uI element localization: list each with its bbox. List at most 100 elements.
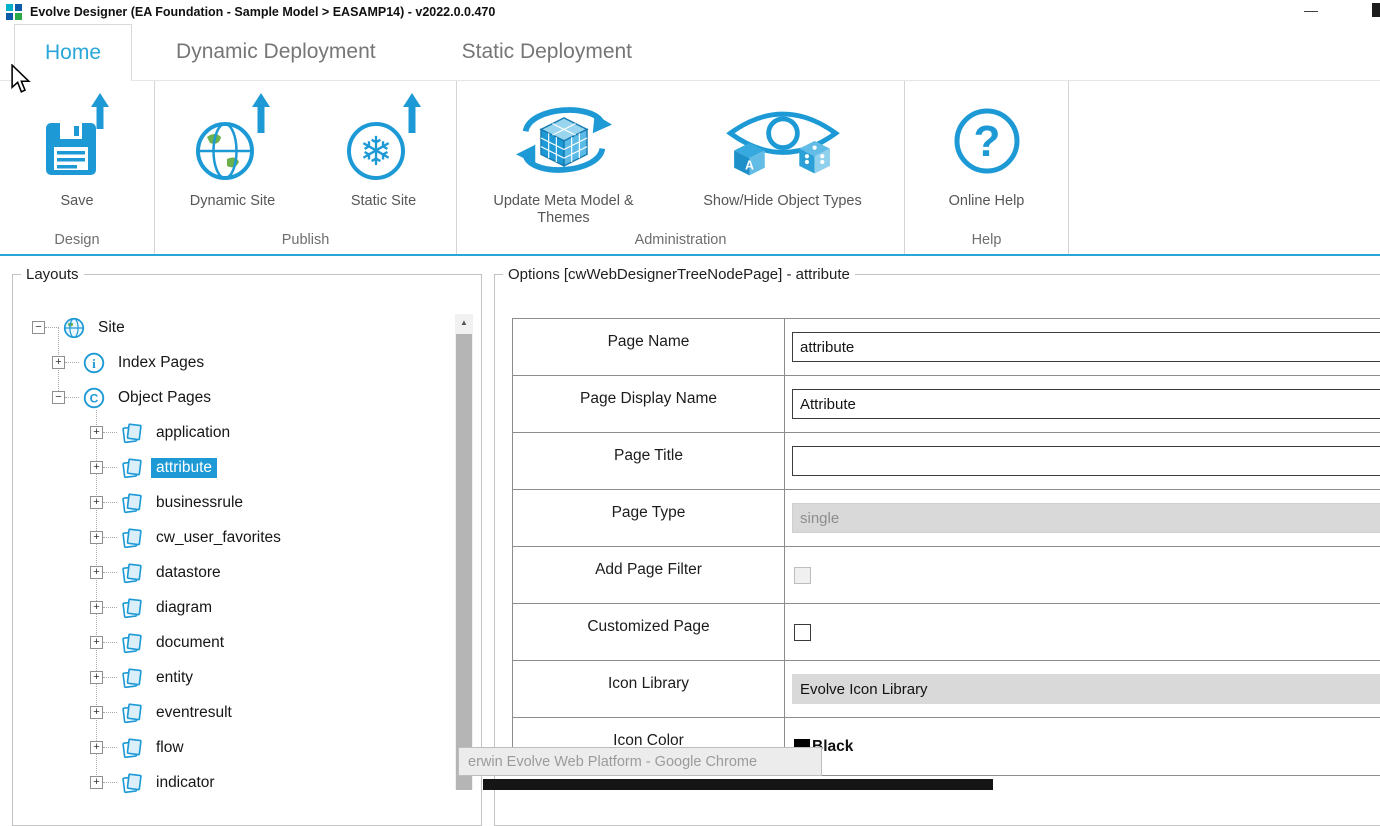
pages-icon: [120, 736, 144, 760]
tree-node-label[interactable]: flow: [151, 738, 189, 758]
collapse-icon[interactable]: −: [32, 321, 45, 334]
ribbon-group-help: ? Online Help Help: [905, 81, 1069, 254]
cube-refresh-icon: [508, 89, 620, 193]
tab-dynamic-deployment[interactable]: Dynamic Deployment: [158, 24, 394, 80]
tree-node-label[interactable]: diagram: [151, 598, 217, 618]
chrome-window-edge[interactable]: [483, 779, 993, 790]
tree-node-application[interactable]: + application: [32, 415, 450, 450]
save-button[interactable]: Save: [27, 89, 127, 254]
options-form: Page Name Page Display Name Page Title P…: [512, 318, 1380, 776]
page-name-input[interactable]: [792, 332, 1380, 362]
online-help-button[interactable]: ? Online Help: [922, 89, 1052, 254]
expand-icon[interactable]: +: [90, 601, 103, 614]
customized-page-checkbox[interactable]: [794, 624, 811, 641]
form-row-customized-page: Customized Page: [513, 604, 1380, 661]
scroll-up-icon[interactable]: ▲: [455, 314, 473, 332]
icon-library-select[interactable]: Evolve Icon Library: [792, 674, 1380, 704]
expand-icon[interactable]: +: [90, 566, 103, 579]
update-meta-model-button-label: Update Meta Model & Themes: [484, 193, 644, 227]
svg-text:?: ?: [973, 117, 1000, 166]
pages-icon: [120, 666, 144, 690]
ribbon-tab-bar: Home Dynamic Deployment Static Deploymen…: [0, 24, 1380, 81]
tree-node-label[interactable]: entity: [151, 668, 198, 688]
tab-static-deployment[interactable]: Static Deployment: [444, 24, 650, 80]
expand-icon[interactable]: +: [90, 461, 103, 474]
layouts-panel-title: Layouts: [21, 266, 84, 283]
field-label: Page Name: [513, 319, 785, 375]
chrome-window-tooltip: erwin Evolve Web Platform - Google Chrom…: [458, 747, 822, 776]
tree-node-document[interactable]: + document: [32, 625, 450, 660]
pages-icon: [120, 526, 144, 550]
tree-connector: [103, 432, 117, 433]
ribbon-group-publish: Dynamic Site ❄ Static Site Publish: [155, 81, 457, 254]
window-control-partial-icon: [1372, 3, 1380, 17]
dynamic-site-button-label: Dynamic Site: [190, 193, 275, 210]
tree-connector: [103, 502, 117, 503]
tree-node-label[interactable]: Index Pages: [113, 353, 209, 373]
show-hide-object-types-button-label: Show/Hide Object Types: [703, 193, 862, 210]
expand-icon[interactable]: +: [90, 426, 103, 439]
tree-node-label[interactable]: eventresult: [151, 703, 237, 723]
static-site-button[interactable]: ❄ Static Site: [324, 89, 444, 254]
scrollbar-thumb[interactable]: [456, 334, 472, 790]
expand-icon[interactable]: +: [90, 741, 103, 754]
form-row-icon-library: Icon Library Evolve Icon Library: [513, 661, 1380, 718]
page-display-name-input[interactable]: [792, 389, 1380, 419]
online-help-button-label: Online Help: [949, 193, 1025, 210]
tree-node-label[interactable]: cw_user_favorites: [151, 528, 286, 548]
expand-icon[interactable]: +: [90, 531, 103, 544]
expand-icon[interactable]: +: [90, 636, 103, 649]
tree-node-label[interactable]: Object Pages: [113, 388, 216, 408]
expand-icon[interactable]: +: [90, 496, 103, 509]
collapse-icon[interactable]: −: [52, 391, 65, 404]
expand-icon[interactable]: +: [90, 776, 103, 789]
info-circle-icon: [82, 351, 106, 375]
pages-icon: [120, 491, 144, 515]
expand-icon[interactable]: +: [90, 671, 103, 684]
tree-node-entity[interactable]: + entity: [32, 660, 450, 695]
form-row-page-display-name: Page Display Name: [513, 376, 1380, 433]
form-row-page-type: Page Type: [513, 490, 1380, 547]
tree-connector: [45, 327, 59, 328]
tree-node-diagram[interactable]: + diagram: [32, 590, 450, 625]
page-title-input[interactable]: [792, 446, 1380, 476]
tree-node-label[interactable]: Site: [93, 318, 130, 338]
tree-node-label[interactable]: application: [151, 423, 235, 443]
tree-node-datastore[interactable]: + datastore: [32, 555, 450, 590]
tree-node-indicator[interactable]: + indicator: [32, 765, 450, 800]
update-meta-model-button[interactable]: Update Meta Model & Themes: [484, 89, 644, 254]
ribbon-empty-area: [1069, 81, 1380, 254]
ribbon-group-administration: Update Meta Model & Themes A: [457, 81, 905, 254]
tree-node-object-pages[interactable]: − Object Pages: [32, 380, 450, 415]
static-site-button-label: Static Site: [351, 193, 416, 210]
tree-node-index-pages[interactable]: + Index Pages: [32, 345, 450, 380]
tree-node-cw-user-favorites[interactable]: + cw_user_favorites: [32, 520, 450, 555]
tree-node-businessrule[interactable]: + businessrule: [32, 485, 450, 520]
field-label: Customized Page: [513, 604, 785, 660]
minimize-button[interactable]: —: [1294, 0, 1328, 22]
tree-connector: [103, 607, 117, 608]
window-title: Evolve Designer (EA Foundation - Sample …: [30, 5, 495, 19]
tree-connector: [103, 782, 117, 783]
tree-node-label[interactable]: attribute: [151, 458, 217, 478]
tree-node-label[interactable]: datastore: [151, 563, 226, 583]
pages-icon: [120, 771, 144, 795]
expand-icon[interactable]: +: [52, 356, 65, 369]
field-label: Icon Library: [513, 661, 785, 717]
tree-node-label[interactable]: businessrule: [151, 493, 248, 513]
tree-node-label[interactable]: document: [151, 633, 229, 653]
expand-icon[interactable]: +: [90, 706, 103, 719]
show-hide-object-types-button[interactable]: A Show/Hide Object Types: [688, 89, 878, 254]
ribbon-group-help-label: Help: [905, 232, 1068, 248]
ribbon-group-publish-label: Publish: [155, 232, 456, 248]
form-row-page-title: Page Title: [513, 433, 1380, 490]
tree-node-attribute[interactable]: + attribute: [32, 450, 450, 485]
c-circle-icon: [82, 386, 106, 410]
tree-scrollbar[interactable]: ▲: [455, 314, 473, 790]
dynamic-site-button[interactable]: Dynamic Site: [168, 89, 298, 254]
form-row-add-page-filter: Add Page Filter: [513, 547, 1380, 604]
tree-node-flow[interactable]: + flow: [32, 730, 450, 765]
ribbon-group-design: Save Design: [0, 81, 155, 254]
tree-node-eventresult[interactable]: + eventresult: [32, 695, 450, 730]
tree-node-site[interactable]: − Site: [32, 310, 450, 345]
